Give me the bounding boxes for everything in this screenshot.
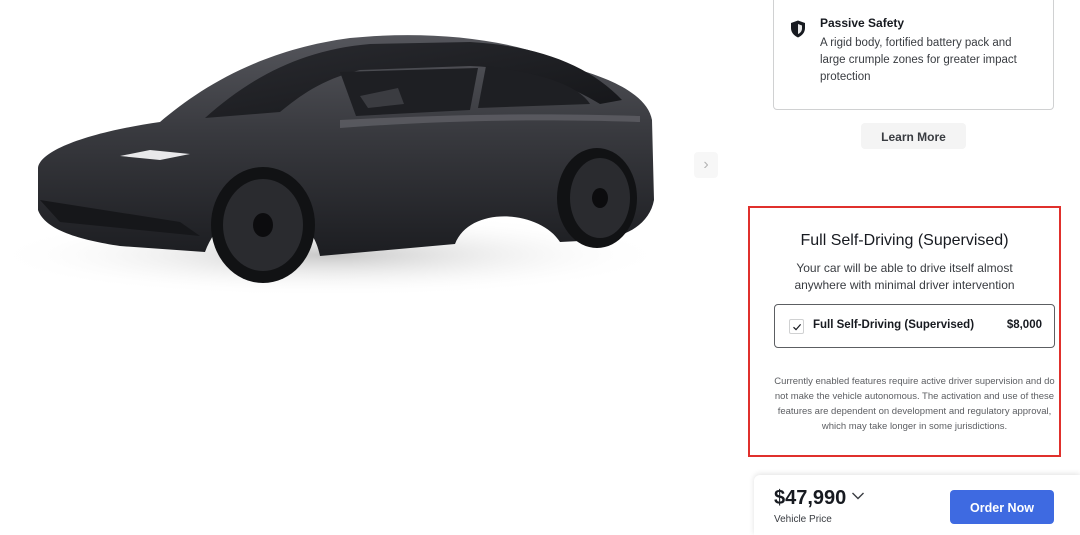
learn-more-button[interactable]: Learn More	[861, 123, 966, 149]
passive-safety-card: Passive Safety A rigid body, fortified b…	[773, 0, 1054, 110]
price-bar: $47,990 Vehicle Price Order Now	[754, 475, 1080, 535]
fsd-option-price: $8,000	[1006, 319, 1042, 331]
chevron-down-icon[interactable]	[851, 491, 865, 501]
checkmark-icon	[793, 324, 802, 331]
car-image	[0, 35, 670, 297]
fsd-checkbox[interactable]	[789, 319, 804, 334]
fsd-disclaimer: Currently enabled features require activ…	[774, 376, 1055, 432]
vehicle-price[interactable]: $47,990	[774, 487, 846, 510]
vehicle-price-label: Vehicle Price	[774, 514, 832, 525]
fsd-title: Full Self-Driving (Supervised)	[800, 232, 1009, 249]
fsd-option[interactable]: Full Self-Driving (Supervised) $8,000	[774, 304, 1055, 348]
car-gallery: ›	[0, 0, 718, 330]
passive-safety-description: A rigid body, fortified battery pack and…	[820, 37, 1017, 83]
shield-icon	[791, 20, 805, 38]
order-now-button[interactable]: Order Now	[950, 490, 1054, 524]
fsd-subtitle: Your car will be able to drive itself al…	[794, 261, 1015, 292]
configurator-page: › Passive Safety A rigid body, fortified…	[0, 0, 1080, 535]
fsd-section: Full Self-Driving (Supervised) Your car …	[748, 206, 1061, 457]
next-image-arrow[interactable]: ›	[694, 152, 718, 178]
fsd-option-label: Full Self-Driving (Supervised)	[813, 319, 975, 331]
passive-safety-title: Passive Safety	[820, 16, 905, 30]
